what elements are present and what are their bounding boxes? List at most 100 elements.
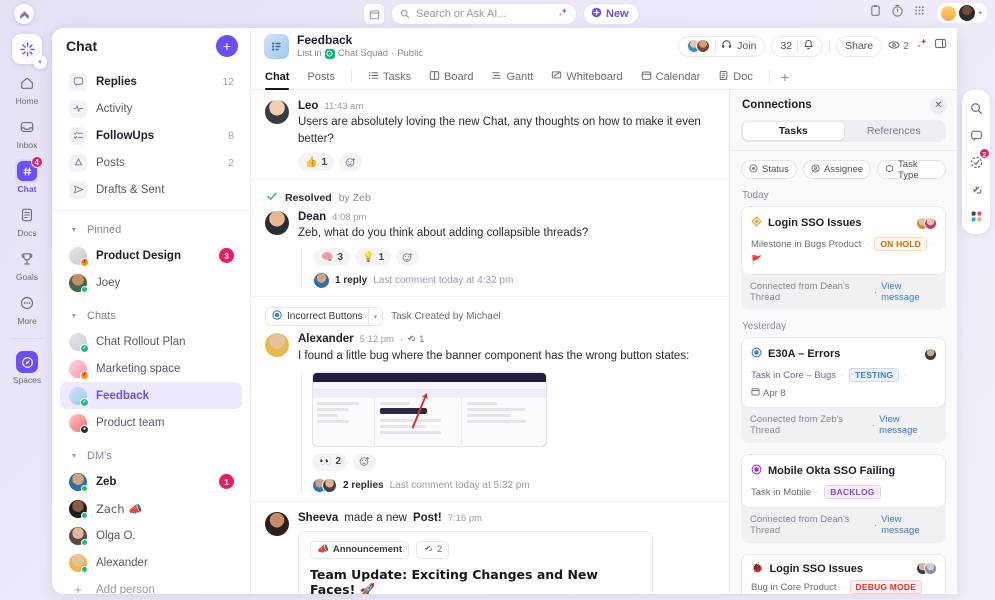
new-chat-button[interactable]: + xyxy=(216,35,238,57)
check-circle-icon[interactable]: 2 xyxy=(964,148,990,174)
task-card[interactable]: 🐞 Login SSO Issues Bug in Core Product ·… xyxy=(741,554,946,594)
sidebar-item-product-design[interactable]: 📌 Product Design 3 xyxy=(60,242,242,269)
view-message-link[interactable]: View message xyxy=(881,514,937,536)
search-input[interactable]: Search or Ask AI... xyxy=(391,3,577,25)
rail-item-docs[interactable]: Docs xyxy=(6,198,48,242)
filter-task-type[interactable]: Task Type xyxy=(877,159,946,181)
task-chip[interactable]: Incorrect Buttons ▾ xyxy=(265,307,384,327)
task-card[interactable]: Login SSO Issues Milestone in Bugs Produ… xyxy=(741,206,946,275)
add-reaction-icon[interactable] xyxy=(339,153,363,172)
filter-status[interactable]: Status xyxy=(741,160,797,179)
chevron-down-icon[interactable]: ▾ xyxy=(367,308,377,326)
relationships-icon[interactable] xyxy=(964,177,988,201)
group-header-chats[interactable]: ▼ Chats xyxy=(60,304,242,328)
sidebar-item-zach[interactable]: Zach 📣 xyxy=(60,495,242,522)
sidebar-item-joey[interactable]: Joey xyxy=(60,269,242,296)
status-badge[interactable]: ON HOLD xyxy=(874,237,927,251)
sidebar-item-drafts-sent[interactable]: Drafts & Sent xyxy=(60,176,242,203)
search-icon[interactable] xyxy=(964,96,988,120)
post-tag-announcement[interactable]: 📣 Announcement xyxy=(310,540,409,559)
tab-calendar[interactable]: Calendar xyxy=(632,64,710,90)
members-join-control[interactable]: Join xyxy=(678,35,766,57)
status-badge[interactable]: BACKLOG xyxy=(824,485,881,499)
sidebar-item-activity[interactable]: Activity xyxy=(60,95,242,122)
apps-grid-icon[interactable] xyxy=(913,4,926,22)
tab-board[interactable]: Board xyxy=(420,64,482,90)
view-message-link[interactable]: View message xyxy=(879,414,937,436)
sidebar-item-replies[interactable]: Replies 12 xyxy=(60,68,242,95)
reaction[interactable]: 🧠 3 xyxy=(314,248,351,267)
divider xyxy=(350,70,352,83)
sidebar-item-feedback[interactable]: ✓ Feedback xyxy=(60,382,242,409)
rail-item-more[interactable]: More xyxy=(6,286,48,330)
close-icon[interactable]: ✕ xyxy=(930,96,947,114)
sidebar-item-product-team[interactable]: ● Product team xyxy=(60,409,242,436)
channel-space-name[interactable]: Chat Squad xyxy=(338,48,388,59)
ai-sparkle-icon[interactable] xyxy=(915,37,928,55)
status-badge[interactable]: DEBUG MODE xyxy=(849,580,923,594)
sidebar-item-alexander[interactable]: Alexander xyxy=(60,549,242,576)
timer-icon[interactable] xyxy=(891,4,904,22)
sidebar-item-zeb[interactable]: Zeb 1 xyxy=(60,468,242,495)
add-view-button[interactable]: + xyxy=(777,64,793,90)
sidebar-item-followups[interactable]: FollowUps 8 xyxy=(60,122,242,149)
task-title: E30A – Errors xyxy=(768,348,841,360)
clipboard-icon[interactable] xyxy=(869,4,882,22)
add-person-button[interactable]: + Add person xyxy=(60,576,242,594)
tab-tasks[interactable]: Tasks xyxy=(359,64,420,90)
chevron-down-icon[interactable]: ▾ xyxy=(978,9,982,17)
tab-label: Posts xyxy=(307,70,335,83)
tab-tasks[interactable]: Tasks xyxy=(743,122,844,140)
post-thread-count[interactable]: 2 xyxy=(415,540,450,559)
profile-menu[interactable]: ▾ xyxy=(937,3,987,23)
members-count-control[interactable]: 32 xyxy=(771,35,824,57)
task-card[interactable]: E30A – Errors Task in Core – Bugs · TEST… xyxy=(741,337,946,408)
rail-item-goals[interactable]: Goals xyxy=(6,242,48,286)
task-card[interactable]: Mobile Okta SSO Failing Task in Mobile ·… xyxy=(741,454,946,508)
rail-item-inbox[interactable]: Inbox xyxy=(6,110,48,154)
sidebar-item-posts[interactable]: Posts 2 xyxy=(60,149,242,176)
sidebar-item-olga[interactable]: Olga O. xyxy=(60,522,242,549)
view-message-link[interactable]: View message xyxy=(881,281,937,303)
group-header-pinned[interactable]: ▼ Pinned xyxy=(60,218,242,242)
thread-replies[interactable]: 2 replies Last comment today at 5:32 pm xyxy=(312,477,715,493)
screenshot-attachment[interactable] xyxy=(312,371,547,447)
connection-item: Login SSO Issues Milestone in Bugs Produ… xyxy=(741,206,946,310)
bell-icon[interactable] xyxy=(803,39,814,53)
tab-references[interactable]: References xyxy=(844,122,945,140)
rail-item-chat[interactable]: 4 Chat xyxy=(6,154,48,198)
rail-item-spaces[interactable]: Spaces xyxy=(6,345,48,389)
workspace-logo-icon[interactable] xyxy=(14,4,34,24)
views-control[interactable]: 2 xyxy=(888,39,909,54)
avatar xyxy=(69,472,88,492)
apps-color-icon[interactable] xyxy=(964,204,988,228)
sidebar-item-marketing-space[interactable]: 📌 Marketing space xyxy=(60,355,242,382)
reaction[interactable]: 👀 2 xyxy=(312,452,349,471)
reaction[interactable]: 👍 1 xyxy=(298,153,335,172)
status-badge[interactable]: TESTING xyxy=(849,368,900,382)
tab-chat[interactable]: Chat xyxy=(265,64,298,90)
message-list[interactable]: Leo 11:43 am Users are absolutely loving… xyxy=(251,90,729,594)
add-reaction-icon[interactable] xyxy=(353,452,377,471)
add-reaction-icon[interactable] xyxy=(396,248,420,267)
sidebar-item-chat-rollout-plan[interactable]: ✓ Chat Rollout Plan xyxy=(60,328,242,355)
rail-item-home[interactable]: Home xyxy=(6,66,48,110)
filter-assignee[interactable]: Assignee xyxy=(802,160,872,179)
due-date[interactable]: Apr 8 xyxy=(751,387,786,399)
calendar-icon[interactable] xyxy=(363,3,385,25)
tab-whiteboard[interactable]: Whiteboard xyxy=(542,64,631,90)
reaction-count: 1 xyxy=(378,251,385,263)
post-card[interactable]: 📣 Announcement 2 Team Update: Exciting C… xyxy=(298,530,653,594)
toggle-panel-icon[interactable] xyxy=(934,37,947,55)
reaction[interactable]: 💡 1 xyxy=(355,248,392,267)
tab-posts[interactable]: Posts xyxy=(298,64,344,90)
rail-workspace-logo[interactable]: ▾ xyxy=(12,34,47,69)
comment-icon[interactable] xyxy=(964,123,988,147)
thread-replies[interactable]: 1 reply Last comment today at 4:32 pm xyxy=(314,273,715,289)
group-header-dms[interactable]: ▼ DM's xyxy=(60,444,242,468)
new-button[interactable]: New xyxy=(583,3,639,25)
tab-gantt[interactable]: Gantt xyxy=(482,64,542,90)
ai-sparkle-icon[interactable] xyxy=(557,7,568,21)
tab-doc[interactable]: Doc xyxy=(709,64,762,90)
share-button[interactable]: Share xyxy=(836,35,883,57)
